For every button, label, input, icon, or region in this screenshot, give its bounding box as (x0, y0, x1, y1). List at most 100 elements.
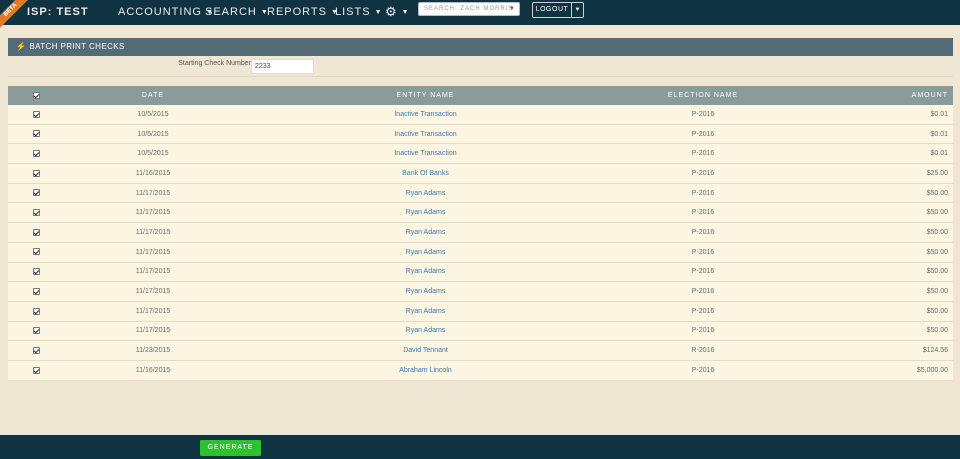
top-navbar: BETA ISP: TEST ACCOUNTING ▼ SEARCH ▼ REPOR… (0, 0, 960, 30)
date-cell: 11/17/2015 (135, 327, 171, 335)
column-header-date[interactable]: DATE (63, 92, 243, 99)
row-checkbox-cell (8, 307, 63, 315)
row-checkbox[interactable] (33, 209, 40, 217)
entity-link[interactable]: Bank Of Banks (243, 170, 608, 177)
amount-cell: $50.00 (926, 248, 948, 256)
entity-link[interactable]: David Tennant (243, 347, 608, 354)
row-checkbox-cell (8, 130, 63, 138)
entity-link[interactable]: Inactive Transaction (243, 111, 608, 118)
amount-cell: $25.00 (926, 169, 948, 177)
amount-cell: $50.00 (926, 268, 948, 276)
entity-link[interactable]: Inactive Transaction (243, 150, 608, 157)
amount-cell: $5,000.00 (916, 366, 948, 374)
row-checkbox[interactable] (33, 287, 40, 295)
row-checkbox[interactable] (33, 228, 40, 236)
settings-menu[interactable]: ⚙ ▼ (385, 4, 410, 20)
menu-accounting[interactable]: ACCOUNTING ▼ (118, 6, 214, 18)
election-cell: P-2016 (691, 169, 715, 177)
amount-cell: $124.56 (922, 347, 948, 355)
panel-header: ⚡ BATCH PRINT CHECKS (8, 38, 953, 56)
date-cell: 11/17/2015 (135, 228, 171, 236)
row-checkbox-cell (8, 248, 63, 256)
user-search-select[interactable]: SEARCH: ZACH MORRIS ▼ (418, 2, 520, 16)
amount-cell: $50.00 (926, 228, 948, 236)
row-checkbox[interactable] (33, 307, 40, 315)
row-checkbox-cell (8, 110, 63, 118)
menu-search[interactable]: SEARCH ▼ (205, 6, 269, 18)
election-cell: P-2016 (691, 268, 715, 276)
select-all-cell (8, 91, 63, 99)
column-header-amount[interactable]: AMOUNT (798, 92, 953, 99)
date-cell: 11/17/2015 (135, 307, 171, 315)
entity-link[interactable]: Ryan Adams (243, 268, 608, 275)
date-cell: 10/5/2015 (137, 110, 169, 118)
row-checkbox[interactable] (33, 169, 40, 177)
election-cell: P-2016 (691, 327, 715, 335)
row-checkbox[interactable] (33, 346, 40, 354)
entity-link[interactable]: Inactive Transaction (243, 131, 608, 138)
election-cell: P-2016 (691, 189, 715, 197)
entity-link[interactable]: Ryan Adams (243, 327, 608, 334)
caret-down-icon: ▼ (401, 8, 410, 16)
row-checkbox[interactable] (33, 268, 40, 276)
entity-link[interactable]: Ryan Adams (243, 229, 608, 236)
menu-lists[interactable]: LISTS ▼ (335, 6, 383, 18)
election-cell: R-2016 (691, 347, 715, 355)
date-cell: 10/5/2015 (137, 150, 169, 158)
entity-link[interactable]: Ryan Adams (243, 249, 608, 256)
menu-reports-label: REPORTS (267, 6, 327, 18)
row-checkbox[interactable] (33, 130, 40, 138)
election-cell: P-2016 (691, 228, 715, 236)
row-checkbox-cell (8, 228, 63, 236)
brand-link[interactable]: ISP: TEST (27, 6, 89, 18)
column-header-entity[interactable]: ENTITY NAME (243, 92, 608, 99)
row-checkbox[interactable] (33, 248, 40, 256)
checks-table: DATE ENTITY NAME ELECTION NAME AMOUNT 10… (8, 86, 953, 381)
panel-title: BATCH PRINT CHECKS (29, 42, 125, 51)
election-cell: P-2016 (691, 366, 715, 374)
row-checkbox[interactable] (33, 366, 40, 374)
entity-link[interactable]: Abraham Lincoln (243, 367, 608, 374)
check-number-input[interactable]: 2233 (251, 59, 314, 74)
bolt-icon: ⚡ (16, 42, 27, 51)
date-cell: 11/17/2015 (135, 288, 171, 296)
logout-button[interactable]: LOGOUT (532, 2, 572, 18)
table-header: DATE ENTITY NAME ELECTION NAME AMOUNT (8, 86, 953, 105)
entity-link[interactable]: Ryan Adams (243, 308, 608, 315)
row-checkbox-cell (8, 346, 63, 354)
table-row: 10/5/2015 Inactive Transaction P-2016 $0.01 (8, 144, 953, 165)
table-row: 11/16/2015 Abraham Lincoln P-2016 $5,000.00 (8, 360, 953, 381)
table-row: 11/17/2015 Ryan Adams P-2016 $50.00 (8, 242, 953, 263)
amount-cell: $50.00 (926, 327, 948, 335)
logout-dropdown-toggle[interactable]: ▼ (572, 2, 584, 18)
election-cell: P-2016 (691, 150, 715, 158)
row-checkbox[interactable] (33, 327, 40, 335)
select-caret-icon: ▼ (509, 6, 516, 12)
column-header-election[interactable]: ELECTION NAME (608, 92, 798, 99)
row-checkbox[interactable] (33, 110, 40, 118)
caret-down-icon: ▼ (574, 7, 581, 13)
table-row: 11/17/2015 Ryan Adams P-2016 $50.00 (8, 223, 953, 243)
beta-label: BETA (0, 0, 30, 30)
select-all-checkbox[interactable] (33, 91, 40, 99)
entity-link[interactable]: Ryan Adams (243, 190, 608, 197)
date-cell: 11/16/2015 (135, 169, 171, 177)
entity-link[interactable]: Ryan Adams (243, 288, 608, 295)
menu-search-label: SEARCH (205, 6, 257, 18)
amount-cell: $0.01 (930, 150, 948, 158)
election-cell: P-2016 (691, 209, 715, 217)
date-cell: 11/17/2015 (135, 248, 171, 256)
amount-cell: $50.00 (926, 209, 948, 217)
table-row: 10/5/2015 Inactive Transaction P-2016 $0.01 (8, 124, 953, 145)
table-row: 11/17/2015 Ryan Adams P-2016 $50.00 (8, 183, 953, 204)
generate-button[interactable]: GENERATE (200, 440, 261, 456)
caret-down-icon: ▼ (374, 8, 383, 16)
amount-cell: $50.00 (926, 189, 948, 197)
table-row: 11/17/2015 Ryan Adams P-2016 $50.00 (8, 282, 953, 302)
menu-reports[interactable]: REPORTS ▼ (267, 6, 339, 18)
row-checkbox[interactable] (33, 150, 40, 158)
entity-link[interactable]: Ryan Adams (243, 209, 608, 216)
table-row: 10/5/2015 Inactive Transaction P-2016 $0.01 (8, 105, 953, 125)
election-cell: P-2016 (691, 307, 715, 315)
row-checkbox[interactable] (33, 189, 40, 197)
